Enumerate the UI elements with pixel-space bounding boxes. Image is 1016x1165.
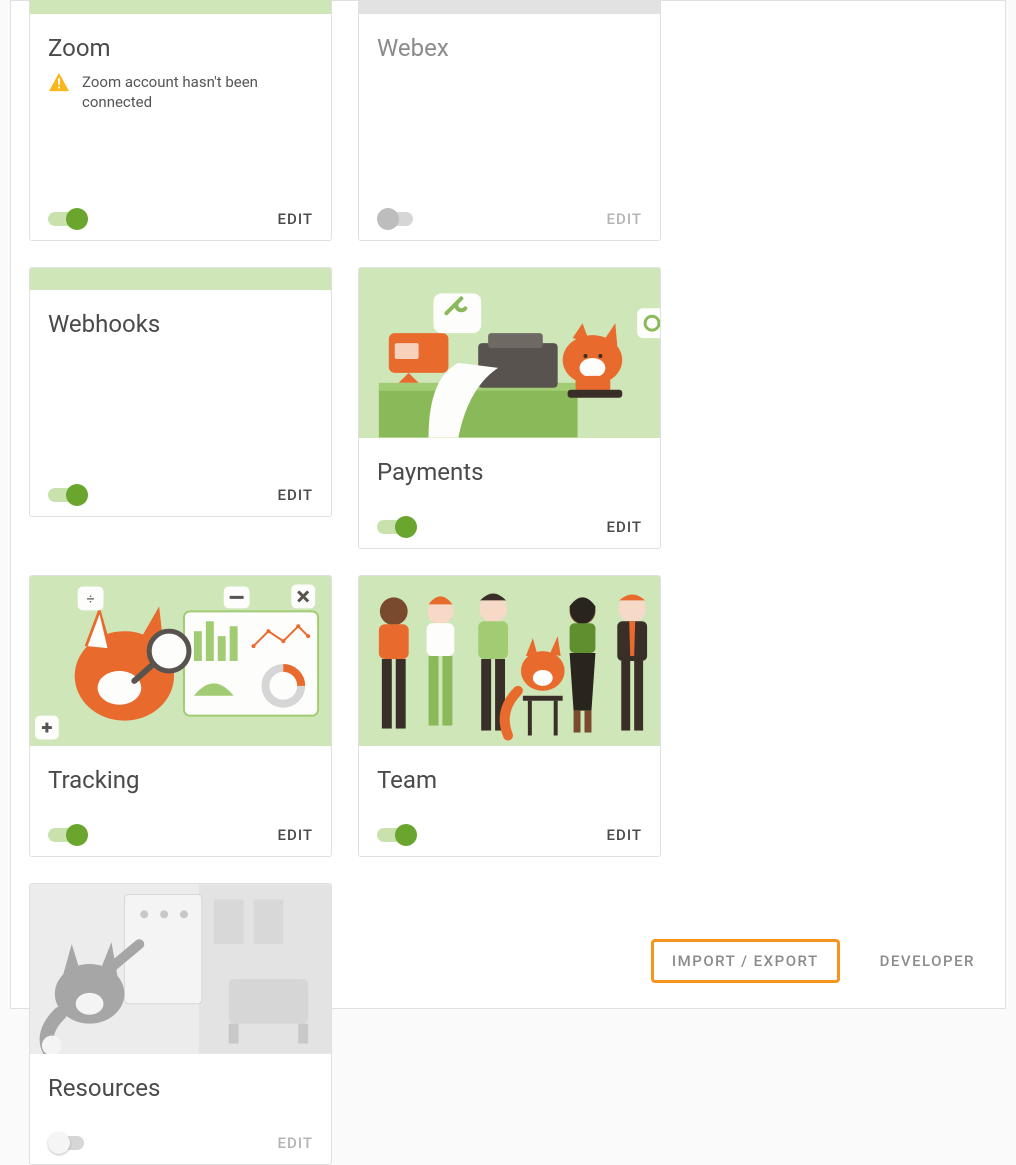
card-webhooks: Webhooks EDIT [29,267,332,517]
card-webex-title: Webex [377,34,642,62]
card-resources-image [30,884,331,1054]
card-tracking-image: ÷ [30,576,331,746]
bottom-actions: IMPORT / EXPORT DEVELOPER [651,939,975,983]
integrations-panel: Zoom Zoom account hasn't been connected … [10,0,1006,1009]
card-webex-edit-button[interactable]: EDIT [607,210,642,228]
developer-button[interactable]: DEVELOPER [880,952,975,970]
card-zoom-warning: Zoom account hasn't been connected [48,72,313,113]
card-resources-edit-button[interactable]: EDIT [278,1134,313,1152]
card-team-title: Team [377,766,642,794]
card-tracking-edit-button[interactable]: EDIT [278,826,313,844]
card-webhooks-image [30,268,331,290]
card-zoom-edit-button[interactable]: EDIT [278,210,313,228]
card-webex-image [359,0,660,14]
card-payments-edit-button[interactable]: EDIT [607,518,642,536]
card-zoom-toggle[interactable] [48,208,88,230]
card-zoom-warning-text: Zoom account hasn't been connected [82,72,313,113]
card-webhooks-edit-button[interactable]: EDIT [278,486,313,504]
card-payments-toggle[interactable] [377,516,417,538]
card-payments-title: Payments [377,458,642,486]
card-zoom-title: Zoom [48,34,313,62]
card-resources-toggle[interactable] [48,1132,88,1154]
card-payments: Payments EDIT [358,267,661,549]
card-webhooks-title: Webhooks [48,310,313,338]
card-team-image [359,576,660,746]
warning-icon [48,72,70,97]
card-team-toggle[interactable] [377,824,417,846]
card-webhooks-toggle[interactable] [48,484,88,506]
card-team-edit-button[interactable]: EDIT [607,826,642,844]
card-resources: Resources EDIT [29,883,332,1165]
svg-text:÷: ÷ [87,591,95,607]
card-payments-image [359,268,660,438]
card-resources-title: Resources [48,1074,313,1102]
card-team: Team EDIT [358,575,661,857]
import-export-button[interactable]: IMPORT / EXPORT [651,939,840,983]
card-grid: Zoom Zoom account hasn't been connected … [29,0,987,1165]
card-webex-toggle[interactable] [377,208,417,230]
card-tracking-toggle[interactable] [48,824,88,846]
card-tracking: ÷ Tracking EDIT [29,575,332,857]
card-zoom: Zoom Zoom account hasn't been connected … [29,0,332,241]
card-zoom-image [30,0,331,14]
card-webex: Webex EDIT [358,0,661,241]
card-tracking-title: Tracking [48,766,313,794]
